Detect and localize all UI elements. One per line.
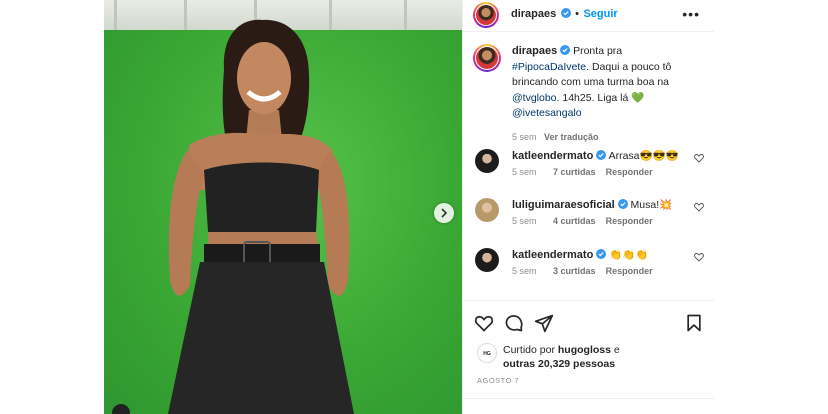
more-options-icon[interactable]: ••• <box>682 6 700 22</box>
liker-username[interactable]: hugogloss <box>558 344 611 356</box>
instagram-post-modal: dirapaes • Seguir ••• dirapaes Pronta pr… <box>0 0 828 414</box>
post-caption: dirapaes Pronta pra #PipocaDaIvete. Daqu… <box>512 44 702 145</box>
comment-likes[interactable]: 3 curtidas <box>553 266 596 276</box>
comment-heart-icon[interactable] <box>694 202 704 212</box>
translate-link[interactable]: Ver tradução <box>544 132 599 142</box>
comment-reply-button[interactable]: Responder <box>606 266 653 276</box>
comment-likes[interactable]: 4 curtidas <box>553 216 596 226</box>
verified-icon <box>596 150 607 160</box>
comment-username[interactable]: luliguimaraesoficial <box>512 199 615 211</box>
verified-icon <box>596 249 607 259</box>
comment-reply-button[interactable]: Responder <box>606 216 653 226</box>
likes-count-link[interactable]: outras 20,329 pessoas <box>503 358 615 370</box>
post-header: dirapaes • Seguir ••• <box>463 0 714 32</box>
liker-avatar[interactable]: HG <box>477 343 497 363</box>
comment-heart-icon[interactable] <box>694 153 704 163</box>
caption-avatar[interactable] <box>473 44 501 72</box>
caption-text-3: . 14h25. Liga lá 💚 <box>556 91 645 104</box>
verified-icon <box>617 199 628 209</box>
chevron-right-icon <box>441 208 448 218</box>
comment-text: Arrasa😎😎😎 <box>608 150 679 162</box>
comment-time: 5 sem <box>512 167 537 177</box>
caption-time: 5 sem <box>512 131 537 142</box>
comment-username[interactable]: katleendermato <box>512 249 593 261</box>
bookmark-icon[interactable] <box>684 313 704 333</box>
comment-icon[interactable] <box>504 313 524 333</box>
caption-text-1: Pronta pra <box>573 45 623 57</box>
verified-icon <box>560 45 571 55</box>
author-avatar[interactable] <box>473 2 499 28</box>
share-icon[interactable] <box>534 313 554 333</box>
comment-text: Musa!💥 <box>630 199 673 211</box>
comment-username[interactable]: katleendermato <box>512 150 593 162</box>
post-details-panel: dirapaes • Seguir ••• dirapaes Pronta pr… <box>462 0 714 414</box>
follow-button[interactable]: Seguir <box>583 8 617 20</box>
post-date: AGOSTO 7 <box>477 376 520 385</box>
comment-avatar[interactable] <box>475 198 499 222</box>
header-username[interactable]: dirapaes <box>511 8 556 20</box>
liked-by-connector: e <box>613 344 620 356</box>
mention-tvglobo-link[interactable]: @tvglobo <box>512 92 557 104</box>
hashtag-link[interactable]: #PipocaDaIvete <box>512 61 586 73</box>
comment-text: 👏👏👏 <box>609 249 649 261</box>
mention-ivete-link[interactable]: @ivetesangalo <box>512 107 582 119</box>
comment-time: 5 sem <box>512 216 537 226</box>
verified-icon <box>560 8 571 18</box>
comment-heart-icon[interactable] <box>694 252 704 262</box>
comment-avatar[interactable] <box>475 248 499 272</box>
liked-by-prefix: Curtido por <box>503 344 555 356</box>
caption-username[interactable]: dirapaes <box>512 45 557 57</box>
comment-reply-button[interactable]: Responder <box>606 167 653 177</box>
post-actions-bar <box>463 300 714 333</box>
comment-time: 5 sem <box>512 266 537 276</box>
comment-likes[interactable]: 7 curtidas <box>553 167 596 177</box>
heart-icon[interactable] <box>474 313 494 333</box>
add-comment-bar[interactable] <box>463 398 714 414</box>
post-photo[interactable] <box>104 0 462 414</box>
next-image-button[interactable] <box>434 203 454 223</box>
woman-figure <box>168 19 354 414</box>
comment-avatar[interactable] <box>475 149 499 173</box>
